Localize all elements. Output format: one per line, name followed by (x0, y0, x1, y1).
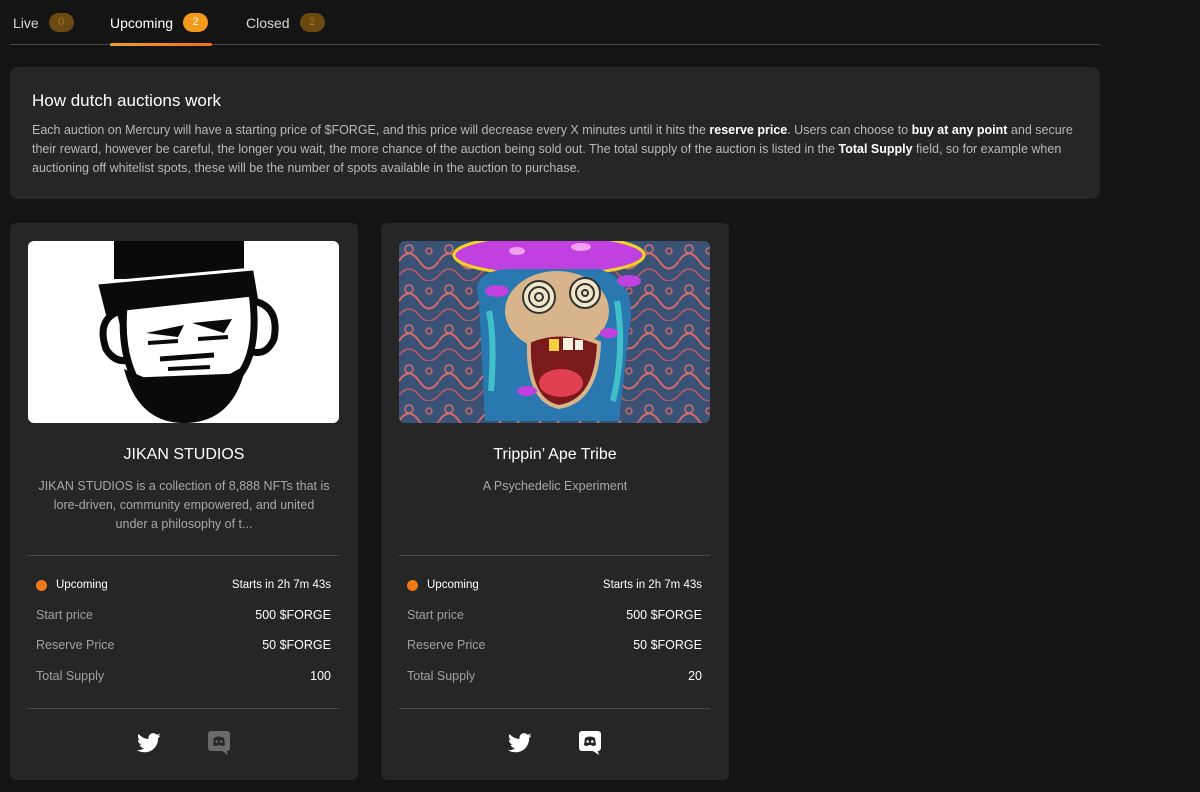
start-price-row: Start price 500 $FORGE (407, 608, 702, 622)
card-description: JIKAN STUDIOS is a collection of 8,888 N… (38, 479, 330, 531)
dutch-auction-info-panel: How dutch auctions work Each auction on … (10, 67, 1100, 199)
reserve-price-value: 50 $FORGE (262, 638, 331, 652)
status-row: Upcoming Starts in 2h 7m 43s (36, 579, 331, 591)
total-supply-label: Total Supply (407, 669, 476, 683)
info-text: Each auction on Mercury will have a star… (32, 121, 1078, 178)
auction-card[interactable]: JIKAN STUDIOS JIKAN STUDIOS is a collect… (10, 223, 358, 780)
status-label: Upcoming (56, 579, 108, 591)
tab-live-label: Live (13, 14, 39, 31)
tab-live[interactable]: Live 0 (13, 0, 74, 45)
social-links (10, 731, 358, 755)
reserve-price-row: Reserve Price 50 $FORGE (36, 638, 331, 652)
start-price-row: Start price 500 $FORGE (36, 608, 331, 622)
card-description: A Psychedelic Experiment (482, 479, 628, 493)
info-text-part: Each auction on Mercury will have a star… (32, 123, 710, 137)
start-price-value: 500 $FORGE (255, 608, 331, 622)
buy-any-point-emphasis: buy at any point (911, 123, 1008, 137)
auction-tabs: Live 0 Upcoming 2 Closed 2 (10, 0, 1100, 46)
countdown: Starts in 2h 7m 43s (602, 579, 702, 591)
status-badge: Upcoming (36, 579, 108, 591)
tab-upcoming-count-badge: 2 (183, 13, 209, 32)
psychedelic-ape-icon (399, 241, 710, 423)
card-title: JIKAN STUDIOS (123, 446, 245, 463)
start-price-label: Start price (407, 608, 464, 622)
reserve-price-value: 50 $FORGE (633, 638, 702, 652)
tab-live-count-badge: 0 (48, 13, 74, 32)
divider (399, 708, 710, 709)
discord-icon[interactable] (207, 731, 231, 755)
tab-upcoming-label: Upcoming (110, 14, 174, 31)
total-supply-label: Total Supply (36, 669, 105, 683)
tab-upcoming[interactable]: Upcoming 2 (110, 0, 209, 45)
status-dot-icon (36, 579, 47, 591)
info-text-part: . Users can choose to (787, 123, 912, 137)
card-title: Trippin’ Ape Tribe (493, 446, 617, 463)
status-badge: Upcoming (407, 579, 479, 591)
tab-closed-count-badge: 2 (299, 13, 325, 32)
reserve-price-label: Reserve Price (407, 638, 486, 652)
reserve-price-row: Reserve Price 50 $FORGE (407, 638, 702, 652)
divider (28, 708, 339, 709)
total-supply-value: 100 (310, 669, 331, 683)
total-supply-row: Total Supply 100 (36, 669, 331, 683)
status-label: Upcoming (427, 579, 479, 591)
info-title: How dutch auctions work (32, 91, 221, 110)
twitter-icon[interactable] (508, 731, 532, 755)
start-price-value: 500 $FORGE (626, 608, 702, 622)
jikan-gentleman-ape-icon (28, 241, 339, 423)
reserve-price-emphasis: reserve price (709, 123, 788, 137)
tab-closed[interactable]: Closed 2 (246, 0, 325, 45)
divider (28, 555, 339, 556)
discord-icon[interactable] (578, 731, 602, 755)
active-tab-indicator (110, 43, 212, 46)
countdown: Starts in 2h 7m 43s (231, 579, 331, 591)
social-links (381, 731, 729, 755)
status-dot-icon (407, 579, 418, 591)
total-supply-emphasis: Total Supply (838, 142, 913, 156)
auction-card[interactable]: Trippin’ Ape Tribe A Psychedelic Experim… (381, 223, 729, 780)
start-price-label: Start price (36, 608, 93, 622)
total-supply-row: Total Supply 20 (407, 669, 702, 683)
divider (399, 555, 710, 556)
twitter-icon[interactable] (137, 731, 161, 755)
reserve-price-label: Reserve Price (36, 638, 115, 652)
tab-closed-label: Closed (246, 14, 290, 31)
status-row: Upcoming Starts in 2h 7m 43s (407, 579, 702, 591)
total-supply-value: 20 (688, 669, 702, 683)
